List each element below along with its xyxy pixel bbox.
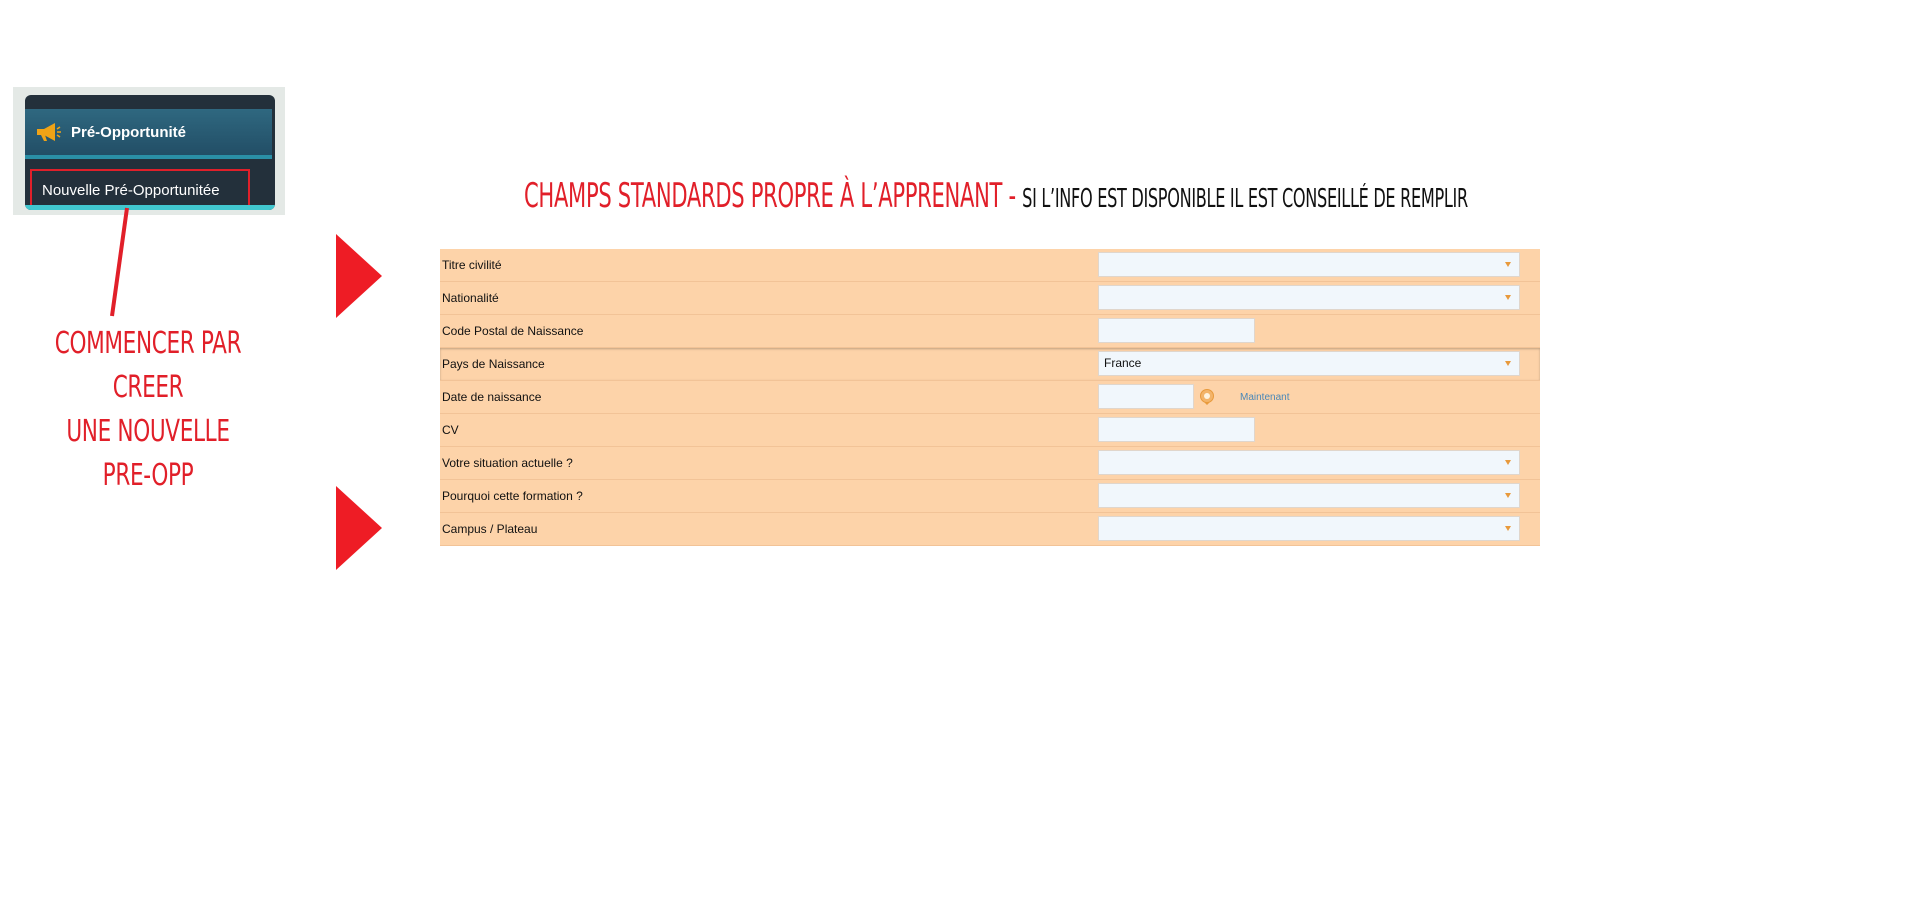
code-postal-naissance-input[interactable] xyxy=(1098,318,1255,343)
dropdown-caret-icon xyxy=(1505,526,1511,531)
calendar-picker-icon[interactable] xyxy=(1199,388,1215,406)
callout-line1: Commencer par creer xyxy=(54,326,242,405)
form-row-titre-civilite: Titre civilité xyxy=(440,249,1540,282)
sidebar-menu-capture: Pré-Opportunité Nouvelle Pré-Opportunité… xyxy=(13,87,285,215)
dropdown-caret-icon xyxy=(1505,460,1511,465)
form-row-pourquoi-formation: Pourquoi cette formation ? xyxy=(440,480,1540,513)
red-arrow-icon xyxy=(336,234,382,318)
dropdown-caret-icon xyxy=(1505,295,1511,300)
pourquoi-formation-select[interactable] xyxy=(1098,483,1520,508)
section-title: Champs standards propre à l’apprenant - … xyxy=(524,176,1468,216)
field-label: Pourquoi cette formation ? xyxy=(442,489,583,503)
form-row-campus-plateau: Campus / Plateau xyxy=(440,513,1540,546)
menu-item-nouvelle-pre-opportunite[interactable]: Nouvelle Pré-Opportunitée xyxy=(30,169,250,210)
field-label: CV xyxy=(442,423,459,437)
pays-naissance-select[interactable]: France xyxy=(1098,351,1520,376)
dropdown-caret-icon xyxy=(1505,361,1511,366)
field-label: Code Postal de Naissance xyxy=(442,324,584,338)
nationalite-select[interactable] xyxy=(1098,285,1520,310)
red-arrow-icon xyxy=(336,486,382,570)
field-label: Votre situation actuelle ? xyxy=(442,456,573,470)
field-label: Titre civilité xyxy=(442,258,502,272)
situation-actuelle-select[interactable] xyxy=(1098,450,1520,475)
select-value: France xyxy=(1104,356,1142,370)
megaphone-icon xyxy=(37,123,61,141)
form-row-nationalite: Nationalité xyxy=(440,282,1540,315)
learner-fields-form: Titre civilité Nationalité Code Postal d… xyxy=(440,249,1540,546)
form-row-code-postal-naissance: Code Postal de Naissance xyxy=(440,315,1540,348)
menu-header-label: Pré-Opportunité xyxy=(71,123,186,141)
campus-plateau-select[interactable] xyxy=(1098,516,1520,541)
field-label: Campus / Plateau xyxy=(442,522,538,536)
menu-header-pre-opportunite[interactable]: Pré-Opportunité xyxy=(25,109,272,159)
form-row-cv: CV xyxy=(440,414,1540,447)
dropdown-caret-icon xyxy=(1505,493,1511,498)
date-naissance-input[interactable] xyxy=(1098,384,1194,409)
maintenant-link[interactable]: Maintenant xyxy=(1240,392,1289,403)
callout-line xyxy=(110,207,129,317)
section-title-subtext: si l’info est disponible il est conseill… xyxy=(1022,184,1468,214)
field-label: Date de naissance xyxy=(442,390,542,404)
cv-input[interactable] xyxy=(1098,417,1255,442)
sidebar-menu: Pré-Opportunité Nouvelle Pré-Opportunité… xyxy=(25,95,275,210)
form-row-pays-naissance: Pays de Naissance France xyxy=(440,348,1540,381)
section-title-highlight: Champs standards propre à l’apprenant - xyxy=(524,176,1023,216)
callout-caption: Commencer par creer une nouvelle pre-opp xyxy=(54,322,242,498)
titre-civilite-select[interactable] xyxy=(1098,252,1520,277)
form-row-situation-actuelle: Votre situation actuelle ? xyxy=(440,447,1540,480)
dropdown-caret-icon xyxy=(1505,262,1511,267)
form-row-date-naissance: Date de naissance Maintenant xyxy=(440,381,1540,414)
field-label: Pays de Naissance xyxy=(442,357,545,371)
field-label: Nationalité xyxy=(442,291,499,305)
callout-line2: une nouvelle pre-opp xyxy=(66,414,230,493)
